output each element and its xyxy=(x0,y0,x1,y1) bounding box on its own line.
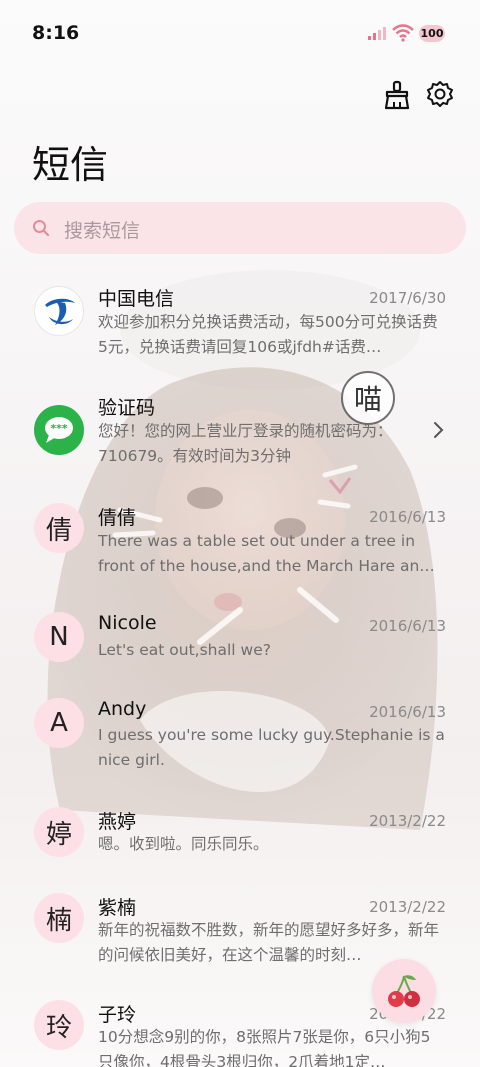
message-date: 2013/2/22 xyxy=(369,812,446,830)
status-time: 8:16 xyxy=(32,22,80,44)
conversation-item[interactable]: A Andy 2016/6/13 I guess you're some luc… xyxy=(0,698,480,798)
wifi-icon xyxy=(392,24,414,42)
search-placeholder: 搜索短信 xyxy=(64,220,141,242)
cellular-signal-icon xyxy=(368,27,386,40)
conversation-item[interactable]: 中国电信 2017/6/30 欢迎参加积分兑换话费活动，每500分可兑换话费5元… xyxy=(0,284,480,384)
contact-avatar: A xyxy=(34,698,84,748)
sms-bubble-icon: *** xyxy=(34,405,84,455)
conversation-item[interactable]: 婷 燕婷 2013/2/22 嗯。收到啦。同乐同乐。 xyxy=(0,807,480,877)
conversation-item[interactable]: N Nicole 2016/6/13 Let's eat out,shall w… xyxy=(0,612,480,682)
message-date: 2013/2/22 xyxy=(369,898,446,916)
message-snippet: 您好！您的网上营业厅登录的随机密码为：710679。有效时间为3分钟 xyxy=(98,422,393,465)
settings-gear-icon[interactable] xyxy=(426,80,454,108)
china-telecom-logo-icon xyxy=(34,286,84,336)
search-icon xyxy=(33,220,50,237)
contact-avatar: 玲 xyxy=(34,1000,84,1050)
conversation-item[interactable]: 倩 倩倩 2016/6/13 There was a table set out… xyxy=(0,503,480,603)
contact-name: 燕婷 xyxy=(98,811,137,833)
status-bar: 8:16 100 xyxy=(0,0,480,64)
message-snippet: 嗯。收到啦。同乐同乐。 xyxy=(98,835,269,853)
contact-name: Nicole xyxy=(98,612,157,634)
compose-button[interactable] xyxy=(372,959,436,1023)
conversation-item[interactable]: *** 验证码 您好！您的网上营业厅登录的随机密码为：710679。有效时间为3… xyxy=(0,393,480,493)
contact-avatar: 婷 xyxy=(34,807,84,857)
contact-name: 验证码 xyxy=(98,397,156,419)
contact-name: 中国电信 xyxy=(98,288,175,310)
clean-brush-icon[interactable] xyxy=(383,80,411,110)
contact-avatar: 楠 xyxy=(34,893,84,943)
contact-name: 子玲 xyxy=(98,1004,137,1026)
battery-indicator: 100 xyxy=(419,25,445,42)
message-snippet: I guess you're some lucky guy.Stephanie … xyxy=(98,726,445,769)
message-date: 2016/6/13 xyxy=(369,508,446,526)
contact-avatar: N xyxy=(34,612,84,662)
message-date: 2016/6/13 xyxy=(369,617,446,635)
message-date: 2017/6/30 xyxy=(369,289,446,307)
search-bar[interactable]: 搜索短信 xyxy=(14,202,466,254)
message-date: 2016/6/13 xyxy=(369,703,446,721)
svg-text:***: *** xyxy=(50,422,68,435)
message-snippet: Let's eat out,shall we? xyxy=(98,641,271,659)
page-title: 短信 xyxy=(32,143,109,187)
message-snippet: There was a table set out under a tree i… xyxy=(98,532,435,575)
contact-name: 倩倩 xyxy=(98,507,137,529)
contact-name: Andy xyxy=(98,698,147,720)
chevron-right-icon[interactable] xyxy=(432,421,444,439)
contact-name: 紫楠 xyxy=(98,897,137,919)
message-snippet: 10分想念9别的你，8张照片7张是你，6只小狗5只像你，4根骨头3根归你，2爪着… xyxy=(98,1028,431,1067)
contact-avatar: 倩 xyxy=(34,503,84,553)
message-snippet: 欢迎参加积分兑换话费活动，每500分可兑换话费5元，兑换话费请回复106或jfd… xyxy=(98,313,438,356)
cherry-icon xyxy=(388,975,420,1007)
